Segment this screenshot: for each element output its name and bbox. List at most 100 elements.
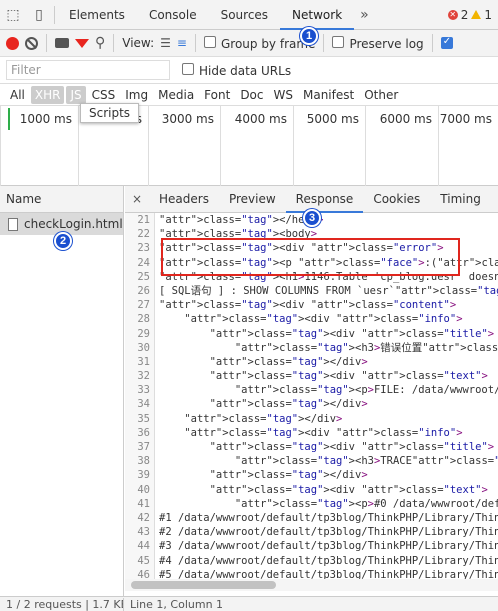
annotation-badge: 3 [303, 209, 321, 227]
line-text: "attr">class="tag"><h3>错误位置"attr">class=… [234, 341, 498, 354]
code-line: 45 #4 /data/wwwroot/default/tp3blog/Think… [125, 553, 498, 568]
tab-preview[interactable]: Preview [219, 186, 286, 213]
type-manifest[interactable]: Manifest [299, 86, 358, 104]
line-number: 25 [125, 269, 155, 284]
error-warning-counts[interactable]: ✕ 2 1 [447, 8, 498, 22]
record-icon[interactable] [6, 36, 19, 50]
divider [323, 34, 325, 52]
line-text: "attr">class="tag"><div "attr">class="ti… [209, 327, 495, 340]
search-icon[interactable]: ⚲ [95, 35, 105, 51]
warning-icon [471, 10, 482, 19]
large-rows-icon[interactable]: ☰ [160, 36, 171, 50]
tab-console[interactable]: Console [137, 0, 209, 30]
tab-network[interactable]: Network [280, 0, 355, 30]
more-tabs-icon[interactable]: » [354, 7, 375, 23]
device-toolbar-icon[interactable]: ▯ [26, 0, 52, 30]
line-text: "attr">class="tag"></head> [159, 214, 323, 226]
code-line: 25 "attr">class="tag"><h1>1146:Table 'cp_… [125, 269, 498, 284]
preserve-log-checkbox[interactable]: Preserve log [332, 35, 424, 51]
line-number: 40 [125, 482, 155, 497]
line-text: "attr">class="tag"><div "attr">class="er… [159, 242, 444, 255]
code-line: 42 #1 /data/wwwroot/default/tp3blog/Think… [125, 510, 498, 526]
line-number: 36 [125, 425, 155, 440]
capture-screenshots-icon[interactable] [55, 38, 69, 48]
line-number: 44 [125, 539, 155, 554]
code-line: 33 "attr">class="tag"><p>FILE: /data/www… [125, 383, 498, 398]
line-number: 33 [125, 383, 155, 398]
line-text: [ SQL语句 ] : SHOW COLUMNS FROM `uesr`"att… [159, 284, 498, 297]
divider [113, 34, 115, 52]
code-line: 32 "attr">class="tag"><div "attr">class=… [125, 369, 498, 384]
group-by-frame-checkbox[interactable]: Group by frame [203, 35, 315, 51]
filter-bar: Filter Hide data URLs [0, 57, 498, 84]
close-detail-icon[interactable]: × [125, 192, 149, 206]
devtools-tab-bar: ⬚ ▯ Elements Console Sources Network » ✕… [0, 0, 498, 30]
line-number: 30 [125, 340, 155, 355]
code-line: 36 "attr">class="tag"><div "attr">class=… [125, 425, 498, 440]
checkbox-box[interactable] [182, 62, 194, 75]
scrollbar-thumb[interactable] [131, 581, 276, 589]
filter-icon[interactable] [75, 38, 89, 48]
code-line: 29 "attr">class="tag"><div "attr">class=… [125, 326, 498, 341]
overview-icon[interactable]: ≡ [177, 36, 187, 50]
inspect-element-icon[interactable]: ⬚ [0, 0, 26, 30]
annotation-badge: 2 [54, 232, 72, 250]
name-column-header[interactable]: Name [0, 186, 123, 213]
line-number: 34 [125, 397, 155, 412]
type-xhr[interactable]: XHR [30, 85, 65, 104]
checkbox-box[interactable] [203, 35, 216, 48]
tab-cookies[interactable]: Cookies [363, 186, 430, 213]
request-detail-panel: × Headers Preview Response Cookies Timin… [125, 186, 498, 596]
code-line: 30 "attr">class="tag"><h3>错误位置"attr">cla… [125, 340, 498, 355]
disable-cache-checkbox[interactable] [440, 36, 453, 49]
request-name: checkLogin.html [24, 217, 123, 231]
line-text: "attr">class="tag"><div "attr">class="in… [184, 426, 463, 439]
clear-icon[interactable] [25, 36, 38, 50]
type-all[interactable]: All [6, 86, 29, 104]
timeline-tick-label: 4000 ms [234, 112, 287, 126]
tab-timing[interactable]: Timing [430, 186, 491, 213]
response-source-view[interactable]: 21 "attr">class="tag"></head> 22 "attr">cla… [125, 213, 498, 579]
code-line: 46 #5 /data/wwwroot/default/tp3blog/Think… [125, 567, 498, 579]
divider [431, 34, 433, 52]
type-doc[interactable]: Doc [236, 86, 267, 104]
line-number: 46 [125, 567, 155, 579]
line-text: "attr">class="tag"><h3>TRACE"attr">class… [234, 455, 498, 468]
hide-data-urls-checkbox[interactable]: Hide data URLs [182, 62, 291, 78]
type-ws[interactable]: WS [270, 86, 297, 104]
type-font[interactable]: Font [200, 86, 234, 104]
status-bar: 1 / 2 requests | 1.7 KB Line 1, Column 1 [0, 596, 498, 611]
line-number: 32 [125, 369, 155, 384]
code-line: 24 "attr">class="tag"><p "attr">class="fa… [125, 255, 498, 270]
line-number: 45 [125, 553, 155, 568]
code-line: 22 "attr">class="tag"><body> [125, 227, 498, 242]
line-text: "attr">class="tag"><p>FILE: /data/wwwroo… [234, 384, 498, 397]
line-number: 35 [125, 411, 155, 426]
line-text: "attr">class="tag"></div> [209, 398, 368, 411]
tab-sources[interactable]: Sources [209, 0, 280, 30]
type-js[interactable]: JS [66, 85, 86, 104]
type-img[interactable]: Img [121, 86, 152, 104]
horizontal-scrollbar[interactable] [125, 579, 498, 591]
type-media[interactable]: Media [154, 86, 198, 104]
code-line: 43 #2 /data/wwwroot/default/tp3blog/Think… [125, 525, 498, 540]
network-toolbar: ⚲ View: ☰ ≡ Group by frame Preserve log [0, 30, 498, 57]
tab-elements[interactable]: Elements [57, 0, 137, 30]
filter-input[interactable]: Filter [6, 60, 170, 80]
type-css[interactable]: CSS [88, 86, 120, 104]
code-line: 35 "attr">class="tag"></div> [125, 411, 498, 426]
network-timeline-overview[interactable]: 1000 ms 2000 ms 3000 ms 4000 ms 5000 ms … [0, 106, 498, 186]
code-line: 23 "attr">class="tag"><div "attr">class="… [125, 241, 498, 256]
tab-response[interactable]: Response [285, 186, 364, 213]
timeline-tick: 7000 ms [438, 106, 498, 186]
line-text: "attr">class="tag"><p "attr">class="face… [159, 256, 498, 269]
timeline-tick: 4000 ms [220, 106, 293, 186]
type-other[interactable]: Other [360, 86, 402, 104]
checkbox-box[interactable] [332, 35, 345, 48]
timeline-tick-label: 6000 ms [379, 112, 432, 126]
line-number: 21 [125, 213, 155, 228]
resource-type-filters: All XHR JS CSS Img Media Font Doc WS Man… [0, 84, 498, 106]
tab-headers[interactable]: Headers [149, 186, 219, 213]
code-line: 39 "attr">class="tag"></div> [125, 468, 498, 483]
line-text: #1 /data/wwwroot/default/tp3blog/ThinkPH… [159, 511, 498, 524]
